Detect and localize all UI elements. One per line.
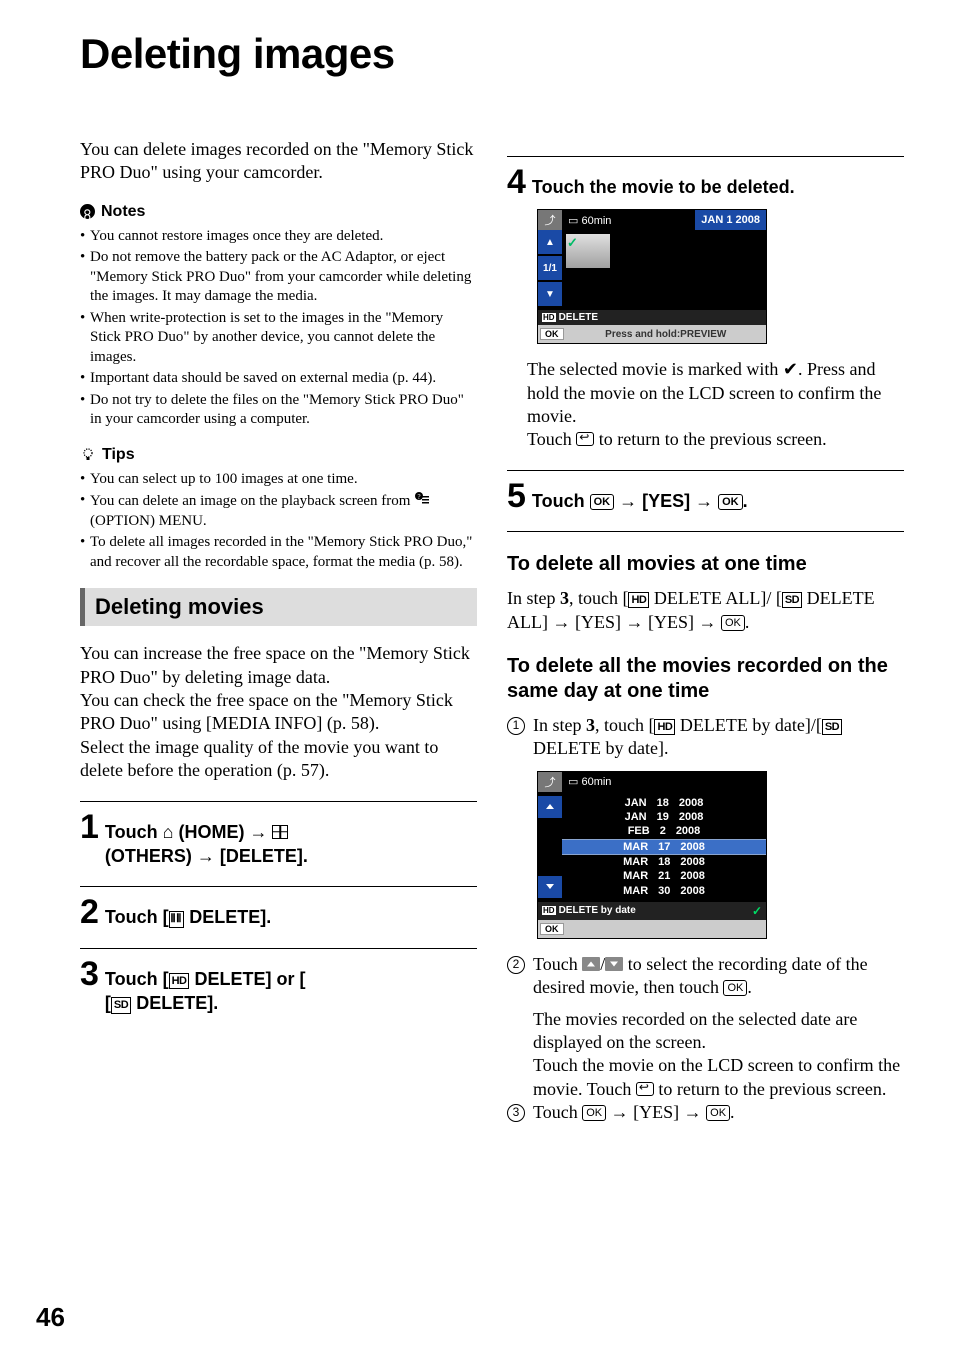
down-arrow-icon bbox=[605, 957, 623, 971]
step-4-body: The selected movie is marked with ✔. Pre… bbox=[527, 358, 904, 452]
ui-page-count: 1/1 bbox=[538, 256, 562, 280]
ui-hint: Press and hold:PREVIEW bbox=[566, 329, 767, 340]
sub1-body: In step 3, touch [HD DELETE ALL]/ [SD DE… bbox=[507, 587, 904, 634]
note-item: Do not remove the battery pack or the AC… bbox=[80, 248, 477, 307]
up-arrow-icon bbox=[582, 957, 600, 971]
ui-up-button[interactable] bbox=[538, 796, 562, 818]
intro-text: You can delete images recorded on the "M… bbox=[80, 138, 477, 185]
page-number: 46 bbox=[36, 1302, 65, 1333]
circled-3-icon: 3 bbox=[507, 1104, 525, 1122]
step-2: 2 Touch [⦀⦀ DELETE]. bbox=[80, 895, 477, 929]
step-3: 3 Touch [HD DELETE] or [[SD DELETE]. bbox=[80, 957, 477, 1016]
tips-list: You can select up to 100 images at one t… bbox=[80, 470, 477, 573]
sd-icon: SD bbox=[111, 997, 131, 1014]
notes-icon: ႙ bbox=[80, 204, 95, 219]
ok-icon: OK bbox=[590, 494, 615, 510]
step-number: 1 bbox=[80, 810, 99, 844]
ok-icon: OK bbox=[721, 615, 745, 631]
ui-date-list[interactable]: JAN182008JAN192008FEB22008MAR172008MAR18… bbox=[562, 792, 766, 902]
notes-heading: ႙ Notes bbox=[80, 203, 477, 221]
ok-icon: OK bbox=[706, 1105, 730, 1121]
note-item: Important data should be saved on extern… bbox=[80, 369, 477, 389]
check-icon: ✓ bbox=[752, 904, 762, 918]
ok-icon: OK bbox=[723, 980, 747, 996]
step-number: 4 bbox=[507, 165, 526, 199]
ui-battery: ▭ 60min bbox=[562, 214, 611, 227]
film-icon: ⦀⦀ bbox=[169, 911, 185, 928]
section-heading: Deleting movies bbox=[80, 588, 477, 626]
hd-icon: HD bbox=[169, 973, 190, 990]
ui-battery: ▭ 60min bbox=[562, 775, 611, 788]
tip-item: You can delete an image on the playback … bbox=[80, 491, 477, 531]
notes-list: You cannot restore images once they are … bbox=[80, 227, 477, 430]
svg-text:?: ? bbox=[418, 493, 421, 501]
notes-label: Notes bbox=[101, 203, 145, 221]
step-number: 5 bbox=[507, 479, 526, 513]
subheading-delete-all: To delete all movies at one time bbox=[507, 552, 904, 577]
sd-icon: SD bbox=[782, 592, 802, 608]
page-title: Deleting images bbox=[80, 30, 904, 78]
ui-date: JAN 1 2008 bbox=[695, 210, 766, 230]
sd-icon: SD bbox=[822, 719, 842, 735]
ui-date-row[interactable]: MAR302008 bbox=[562, 884, 766, 898]
step-number: 3 bbox=[80, 957, 99, 991]
circled-2-icon: 2 bbox=[507, 956, 525, 974]
hd-icon: HD bbox=[654, 719, 675, 735]
tip-item: You can select up to 100 images at one t… bbox=[80, 470, 477, 490]
ok-icon: OK bbox=[718, 494, 743, 510]
substep-2-body: The movies recorded on the selected date… bbox=[533, 1008, 904, 1102]
step-text: Touch the movie to be deleted. bbox=[532, 165, 795, 199]
ui-back-button[interactable]: ⤴ bbox=[538, 210, 562, 230]
tips-heading: Tips bbox=[80, 446, 477, 464]
circled-1-icon: 1 bbox=[507, 717, 525, 735]
ui-back-button[interactable]: ⤴ bbox=[538, 772, 562, 792]
ui-date-row[interactable]: JAN192008 bbox=[562, 810, 766, 824]
ui-mode-label: HD DELETE bbox=[538, 310, 766, 325]
ui-up-button[interactable]: ▲ bbox=[538, 230, 562, 254]
step-text: Touch ⌂ (HOME) → (OTHERS) → [DELETE]. bbox=[105, 810, 308, 869]
ui-date-row[interactable]: MAR182008 bbox=[562, 855, 766, 869]
note-item: Do not try to delete the files on the "M… bbox=[80, 391, 477, 430]
ui-date-row[interactable]: FEB22008 bbox=[562, 824, 766, 838]
check-icon: ✓ bbox=[567, 235, 578, 251]
step-1: 1 Touch ⌂ (HOME) → (OTHERS) → [DELETE]. bbox=[80, 810, 477, 869]
tip-item: To delete all images recorded in the "Me… bbox=[80, 533, 477, 572]
ui-down-button[interactable] bbox=[538, 876, 562, 898]
ui-screenshot-delete-by-date: ⤴ ▭ 60min JAN182008JAN192008FEB22008MAR1… bbox=[537, 771, 767, 939]
others-icon bbox=[272, 825, 288, 839]
ui-date-row[interactable]: MAR212008 bbox=[562, 869, 766, 883]
step-text: Touch [HD DELETE] or [[SD DELETE]. bbox=[105, 957, 306, 1016]
tips-label: Tips bbox=[102, 446, 135, 464]
step-number: 2 bbox=[80, 895, 99, 929]
ui-thumbnail[interactable]: ✓ bbox=[566, 234, 610, 268]
option-icon: ? bbox=[414, 491, 430, 507]
ui-screenshot-delete: ⤴ ▭ 60min JAN 1 2008 ▲ 1/1 ▼ ✓ HD DELETE… bbox=[537, 209, 767, 344]
check-icon: ✔ bbox=[783, 358, 798, 381]
substep-2: 2 Touch / to select the recording date o… bbox=[507, 953, 904, 1000]
ui-down-button[interactable]: ▼ bbox=[538, 282, 562, 306]
return-icon bbox=[636, 1082, 654, 1096]
home-icon: ⌂ bbox=[163, 820, 174, 844]
ui-ok-button[interactable]: OK bbox=[540, 328, 564, 340]
ui-mode-label: HD DELETE by date✓ bbox=[538, 902, 766, 920]
hd-icon: HD bbox=[628, 592, 649, 608]
step-text: Touch [⦀⦀ DELETE]. bbox=[105, 895, 271, 929]
step-5: 5 Touch OK → [YES] → OK. bbox=[507, 479, 904, 513]
note-item: You cannot restore images once they are … bbox=[80, 227, 477, 247]
substep-3: 3 Touch OK → [YES] → OK. bbox=[507, 1101, 904, 1124]
subheading-delete-by-date: To delete all the movies recorded on the… bbox=[507, 654, 904, 704]
note-item: When write-protection is set to the imag… bbox=[80, 309, 477, 368]
step-4: 4 Touch the movie to be deleted. bbox=[507, 165, 904, 199]
ui-date-row[interactable]: JAN182008 bbox=[562, 796, 766, 810]
return-icon bbox=[576, 432, 594, 446]
movies-body: You can increase the free space on the "… bbox=[80, 642, 477, 782]
ui-date-row[interactable]: MAR172008 bbox=[562, 839, 766, 855]
ok-icon: OK bbox=[582, 1105, 606, 1121]
ui-ok-button[interactable]: OK bbox=[540, 923, 564, 935]
tips-icon bbox=[80, 447, 96, 463]
step-text: Touch OK → [YES] → OK. bbox=[532, 479, 748, 513]
substep-1: 1 In step 3, touch [HD DELETE by date]/[… bbox=[507, 714, 904, 761]
